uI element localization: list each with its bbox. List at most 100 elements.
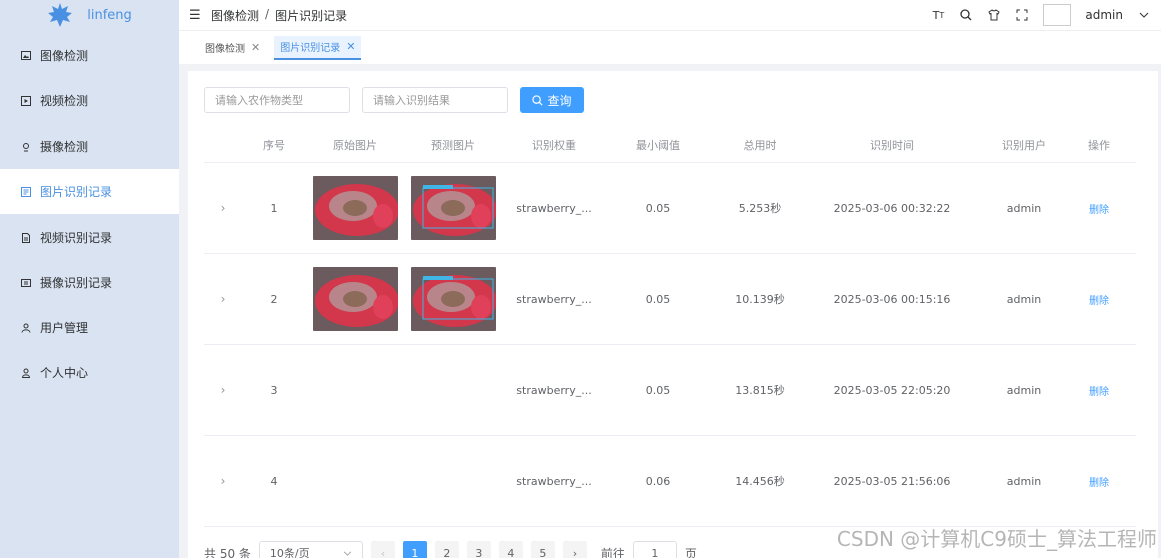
sidebar-item-label: 用户管理 — [40, 321, 89, 335]
column-header: 识别时间 — [870, 138, 914, 152]
original-image[interactable] — [312, 267, 398, 331]
predicted-image[interactable] — [410, 176, 496, 240]
sidebar-item-image-detect[interactable]: 图像检测 — [0, 33, 179, 78]
theme-shirt-icon[interactable] — [987, 8, 1001, 22]
crop-type-input[interactable]: 请输入农作物类型 — [204, 87, 350, 113]
result-input[interactable]: 请输入识别结果 — [362, 87, 508, 113]
header-toolbar: TT admin — [931, 0, 1151, 30]
sidebar-item-label: 图片识别记录 — [40, 185, 113, 199]
tab-label: 图片识别记录 — [280, 43, 341, 54]
column-header: 操作 — [1088, 138, 1110, 152]
page-button[interactable]: 4 — [498, 541, 523, 558]
duration-cell: 14.456秒 — [735, 475, 785, 488]
row-index: 2 — [270, 292, 278, 306]
table-body: › 1 strawberry_... 0.05 5.253秒 2025-03-06 00:… — [204, 163, 1136, 527]
expand-row-button[interactable]: › — [204, 201, 242, 215]
pagination: 共 50 条 10条/页 ‹ 1 2 3 4 5 › 前往 1 页 — [204, 541, 697, 558]
logo[interactable]: linfeng — [0, 0, 179, 30]
page-button[interactable]: 3 — [466, 541, 491, 558]
total-count: 共 50 条 — [204, 546, 251, 558]
sidebar-item-camera-detect[interactable]: 摄像检测 — [0, 124, 179, 169]
user-cell: admin — [1006, 383, 1042, 397]
goto-page-input[interactable]: 1 — [632, 541, 677, 558]
column-header: 识别用户 — [1002, 138, 1046, 152]
delete-label: 删除 — [1089, 295, 1109, 307]
user-cell: admin — [1006, 201, 1042, 215]
page-button[interactable]: 2 — [434, 541, 459, 558]
breadcrumb-item[interactable]: 图像检测 — [211, 7, 259, 24]
column-header: 总用时 — [743, 138, 777, 152]
delete-button[interactable]: 删除 — [1074, 292, 1124, 307]
predicted-image[interactable] — [410, 267, 496, 331]
duration-cell: 10.139秒 — [735, 293, 785, 306]
record-icon — [20, 186, 32, 198]
chevron-right-icon: › — [572, 546, 578, 558]
timestamp-cell: 2025-03-05 21:56:06 — [833, 474, 951, 488]
sidebar-item-video-detect[interactable]: 视频检测 — [0, 78, 179, 123]
breadcrumb-separator: / — [265, 6, 270, 21]
expand-row-button[interactable]: › — [204, 292, 242, 306]
delete-button[interactable]: 删除 — [1074, 201, 1124, 216]
avatar[interactable] — [1043, 4, 1072, 26]
threshold-cell: 0.05 — [645, 383, 671, 397]
sidebar-item-camera-record[interactable]: 摄像识别记录 — [0, 260, 179, 305]
page-button[interactable]: 1 — [402, 541, 427, 558]
leaf-logo-icon — [48, 3, 73, 27]
user-name[interactable]: admin — [1085, 8, 1123, 22]
goto-label: 前往 — [600, 546, 625, 558]
delete-label: 删除 — [1089, 477, 1109, 489]
delete-button[interactable]: 删除 — [1074, 474, 1124, 489]
document-icon — [20, 232, 32, 244]
breadcrumb: 图像检测 / 图片识别记录 — [211, 7, 347, 24]
expand-row-button[interactable]: › — [204, 474, 242, 488]
users-icon — [20, 322, 32, 334]
column-header: 最小阈值 — [636, 138, 680, 152]
expand-row-button[interactable]: › — [204, 383, 242, 397]
page-size-select[interactable]: 10条/页 — [258, 541, 363, 558]
logo-text: linfeng — [87, 7, 132, 23]
chevron-down-icon[interactable] — [1137, 8, 1151, 22]
sidebar-item-user-management[interactable]: 用户管理 — [0, 305, 179, 350]
tab-label: 图像检测 — [205, 44, 245, 55]
search-button[interactable]: 查询 — [520, 87, 584, 113]
sidebar-item-label: 图像检测 — [40, 49, 89, 63]
search-button-label: 查询 — [547, 93, 572, 108]
fullscreen-icon[interactable] — [1015, 8, 1029, 22]
tab-image-record[interactable]: 图片识别记录 ✕ — [274, 35, 362, 60]
weight-cell: strawberry_... — [516, 474, 592, 488]
table-row: › 2 strawberry_... 0.05 10.139秒 2025-03-06 00… — [204, 254, 1136, 345]
row-index: 1 — [270, 201, 278, 215]
row-index: 4 — [270, 474, 278, 488]
sidebar: linfeng 图像检测 视频检测 摄像检测 图片识别记录 视频识别记录 摄像识… — [0, 0, 179, 558]
sidebar-item-label: 摄像识别记录 — [40, 276, 113, 290]
sidebar-item-personal-center[interactable]: 个人中心 — [0, 350, 179, 395]
duration-cell: 5.253秒 — [738, 202, 782, 215]
monitor-icon — [20, 277, 32, 289]
original-image[interactable] — [312, 176, 398, 240]
search-icon — [532, 94, 543, 106]
next-page-button[interactable]: › — [562, 541, 587, 558]
sidebar-item-image-record[interactable]: 图片识别记录 — [0, 169, 179, 214]
prev-page-button[interactable]: ‹ — [370, 541, 395, 558]
tab-bar: 图像检测 ✕ 图片识别记录 ✕ — [179, 30, 1161, 64]
threshold-cell: 0.06 — [645, 474, 671, 488]
table-row: › 1 strawberry_... 0.05 5.253秒 2025-03-06 00:… — [204, 163, 1136, 254]
row-index: 3 — [270, 383, 278, 397]
page-size-value: 10条/页 — [269, 547, 310, 558]
delete-button[interactable]: 删除 — [1074, 383, 1124, 398]
page-button[interactable]: 5 — [530, 541, 555, 558]
video-icon — [20, 95, 32, 107]
close-icon[interactable]: ✕ — [251, 41, 260, 54]
camera-icon — [20, 141, 32, 153]
table-row: › 4 strawberry_... 0.06 14.456秒 2025-03-05 21… — [204, 436, 1136, 527]
search-icon[interactable] — [959, 8, 973, 22]
breadcrumb-current: 图片识别记录 — [275, 8, 348, 23]
hamburger-menu-icon[interactable]: ☰ — [189, 8, 201, 23]
chevron-down-icon — [343, 551, 352, 556]
tab-image-detect[interactable]: 图像检测 ✕ — [199, 36, 266, 60]
close-icon[interactable]: ✕ — [346, 40, 355, 53]
sidebar-item-video-record[interactable]: 视频识别记录 — [0, 215, 179, 260]
weight-cell: strawberry_... — [516, 383, 592, 397]
font-size-icon[interactable]: TT — [931, 8, 945, 22]
top-header: ☰ 图像检测 / 图片识别记录 TT admin — [179, 0, 1161, 30]
